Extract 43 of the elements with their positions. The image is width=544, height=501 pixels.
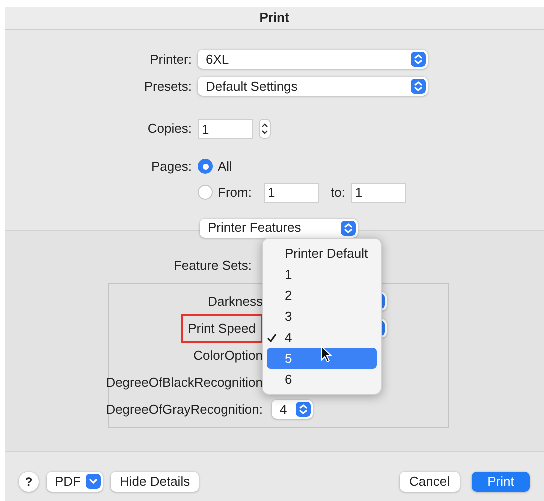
field-label: to:	[330, 184, 346, 202]
stepper-icon[interactable]	[259, 119, 271, 139]
stepper-icon	[296, 402, 311, 417]
printer-popup[interactable]: 6XL	[198, 50, 428, 70]
pdf-button[interactable]: PDF	[47, 472, 103, 492]
presets-popup[interactable]: Default Settings	[198, 76, 428, 96]
field-label: ColorOption	[194, 346, 263, 365]
field-label: DegreeOfGrayRecognition:	[106, 400, 263, 419]
menu-item[interactable]: 2	[267, 285, 377, 306]
to-field[interactable]: 1	[351, 182, 406, 202]
stepper-icon	[411, 78, 426, 94]
radio-button[interactable]	[198, 185, 213, 200]
menu-item[interactable]: 1	[267, 264, 377, 285]
copies-field[interactable]: 1	[198, 119, 253, 139]
field-label: Printer:	[150, 52, 192, 67]
menu-item[interactable]: Printer Default	[267, 243, 377, 264]
field-label: Copies:	[148, 121, 192, 136]
cancel-button[interactable]: Cancel	[400, 472, 460, 492]
cursor-icon	[321, 346, 333, 363]
menu-item[interactable]: 5	[267, 348, 377, 369]
menu-item[interactable]: 3	[267, 306, 377, 327]
stepper-icon	[411, 52, 426, 68]
hide-details-button[interactable]: Hide Details	[111, 472, 200, 492]
menu-item[interactable]: 6	[267, 369, 377, 390]
field-label: Darkness	[208, 292, 263, 311]
from-field[interactable]: 1	[264, 182, 319, 202]
checkmark-icon	[267, 332, 277, 342]
field-label: DegreeOfBlackRecognition	[106, 374, 263, 392]
radio-label: All	[218, 158, 232, 176]
field-label: Feature Sets:	[174, 258, 252, 272]
help-button[interactable]: ?	[19, 472, 39, 492]
menu-item[interactable]: 4	[267, 327, 377, 348]
section-popup[interactable]: Printer Features	[200, 218, 358, 238]
option-popup[interactable]: 4	[272, 400, 313, 419]
field-label: Print Speed	[181, 314, 263, 344]
field-label: Presets:	[144, 78, 192, 94]
window-title: Print	[260, 9, 290, 28]
print-button[interactable]: Print	[472, 472, 530, 492]
field-label: Pages:	[152, 159, 192, 174]
radio-button[interactable]	[198, 159, 213, 174]
radio-label: From:	[218, 184, 252, 202]
chevron-down-icon	[86, 474, 101, 489]
stepper-icon	[341, 220, 356, 236]
